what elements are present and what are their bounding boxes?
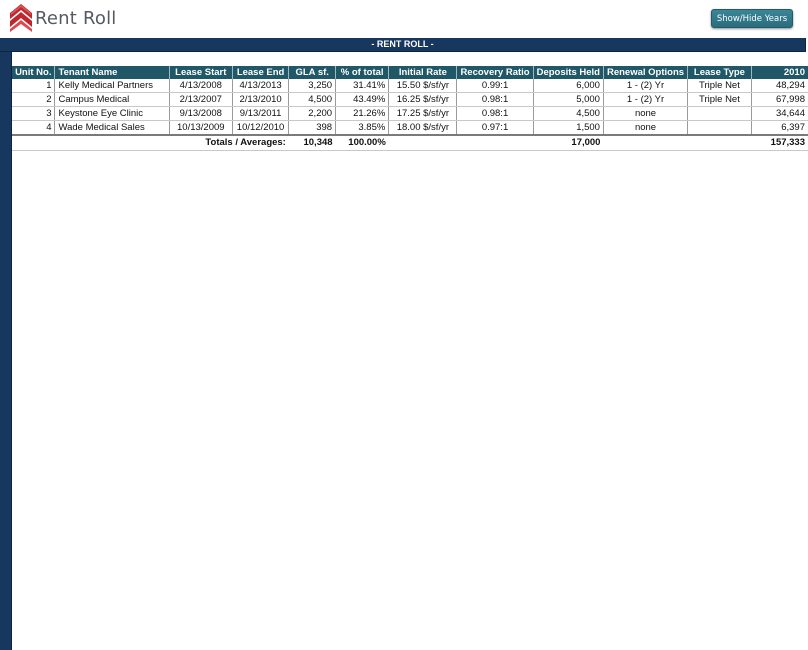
cell-unit-no[interactable]: 3 [12,106,56,121]
totals-label: Totals / Averages: [12,135,289,151]
total-lease-type-blank[interactable] [687,135,752,151]
cell-pct-of-total[interactable]: 31.41% [335,79,390,93]
cell-gla-sf[interactable]: 2,200 [288,106,337,121]
cell-tenant-name[interactable]: Campus Medical [54,92,170,107]
table-header-row: Unit No. Tenant Name Lease Start Lease E… [12,66,808,79]
col-header-tenant-name[interactable]: Tenant Name [54,66,170,79]
col-header-pct-of-total[interactable]: % of total [335,66,390,79]
cell-gla-sf[interactable]: 4,500 [288,92,337,107]
cell-pct-of-total[interactable]: 43.49% [335,92,390,107]
cell-lease-type[interactable]: Triple Net [687,79,752,93]
total-year-2010[interactable]: 157,333 [751,135,808,151]
show-hide-years-button[interactable]: Show/Hide Years [711,9,793,28]
cell-unit-no[interactable]: 4 [12,120,56,136]
cell-unit-no[interactable]: 1 [12,79,56,93]
app-title: Rent Roll [35,8,117,29]
cell-renewal-options[interactable]: 1 - (2) Yr [603,79,689,93]
cell-recovery-ratio[interactable]: 0.97:1 [456,120,534,136]
cell-year-2010[interactable]: 48,294 [751,79,808,93]
cell-initial-rate[interactable]: 18.00 $/sf/yr [388,120,458,136]
cell-gla-sf[interactable]: 3,250 [288,79,337,93]
cell-renewal-options[interactable]: 1 - (2) Yr [603,92,689,107]
cell-tenant-name[interactable]: Wade Medical Sales [54,120,170,136]
cell-deposits-held[interactable]: 4,500 [533,106,604,121]
cell-lease-start[interactable]: 2/13/2007 [169,92,233,107]
cell-initial-rate[interactable]: 15.50 $/sf/yr [388,79,458,93]
col-header-gla-sf[interactable]: GLA sf. [288,66,337,79]
cell-renewal-options[interactable]: none [603,120,689,136]
cell-initial-rate[interactable]: 16.25 $/sf/yr [388,92,458,107]
col-header-renewal-options[interactable]: Renewal Options [603,66,689,79]
total-deposits-held[interactable]: 17,000 [533,135,604,151]
cell-tenant-name[interactable]: Keystone Eye Clinic [54,106,170,121]
banner-title: - RENT ROLL - [371,39,434,49]
cell-recovery-ratio[interactable]: 0.98:1 [456,92,534,107]
col-header-lease-start[interactable]: Lease Start [169,66,233,79]
col-header-recovery-ratio[interactable]: Recovery Ratio [456,66,534,79]
cell-unit-no[interactable]: 2 [12,92,56,107]
table-row: 1 Kelly Medical Partners 4/13/2008 4/13/… [12,79,808,93]
cell-pct-of-total[interactable]: 3.85% [335,120,390,136]
total-pct-of-total[interactable]: 100.00% [335,135,389,151]
col-header-lease-type[interactable]: Lease Type [687,66,752,79]
total-initial-rate-blank[interactable] [388,135,457,151]
blank-row [12,52,805,67]
frame-left-border [0,38,12,650]
cell-year-2010[interactable]: 6,397 [751,120,808,136]
table-row: 2 Campus Medical 2/13/2007 2/13/2010 4,5… [12,92,808,107]
cell-lease-type[interactable] [687,120,752,136]
cell-gla-sf[interactable]: 398 [288,120,337,136]
cell-lease-end[interactable]: 9/13/2011 [232,106,290,121]
cell-lease-type[interactable] [687,106,752,121]
rent-roll-table: Unit No. Tenant Name Lease Start Lease E… [12,66,808,151]
cell-year-2010[interactable]: 67,998 [751,92,808,107]
cell-lease-end[interactable]: 4/13/2013 [232,79,290,93]
cell-lease-end[interactable]: 2/13/2010 [232,92,290,107]
cell-initial-rate[interactable]: 17.25 $/sf/yr [388,106,458,121]
col-header-deposits-held[interactable]: Deposits Held [533,66,604,79]
cell-lease-end[interactable]: 10/12/2010 [232,120,290,136]
col-header-year-2010[interactable]: 2010 [751,66,808,79]
cell-deposits-held[interactable]: 6,000 [533,79,604,93]
app-header: Rent Roll Show/Hide Years [0,0,808,38]
col-header-lease-end[interactable]: Lease End [232,66,290,79]
logo-icon [10,4,32,32]
col-header-unit-no[interactable]: Unit No. [12,66,56,79]
col-header-initial-rate[interactable]: Initial Rate [388,66,458,79]
cell-lease-start[interactable]: 9/13/2008 [169,106,233,121]
cell-deposits-held[interactable]: 5,000 [533,92,604,107]
cell-recovery-ratio[interactable]: 0.99:1 [456,79,534,93]
cell-lease-type[interactable]: Triple Net [687,92,752,107]
cell-lease-start[interactable]: 4/13/2008 [169,79,233,93]
table-row: 3 Keystone Eye Clinic 9/13/2008 9/13/201… [12,106,808,121]
cell-tenant-name[interactable]: Kelly Medical Partners [54,79,170,93]
table-row: 4 Wade Medical Sales 10/13/2009 10/12/20… [12,120,808,136]
total-gla-sf[interactable]: 10,348 [288,135,336,151]
cell-lease-start[interactable]: 10/13/2009 [169,120,233,136]
cell-deposits-held[interactable]: 1,500 [533,120,604,136]
total-renewal-options-blank[interactable] [603,135,688,151]
total-recovery-ratio-blank[interactable] [456,135,534,151]
cell-recovery-ratio[interactable]: 0.98:1 [456,106,534,121]
cell-year-2010[interactable]: 34,644 [751,106,808,121]
cell-renewal-options[interactable]: none [603,106,689,121]
cell-pct-of-total[interactable]: 21.26% [335,106,390,121]
totals-row: Totals / Averages: 10,348 100.00% 17,000… [12,135,808,151]
